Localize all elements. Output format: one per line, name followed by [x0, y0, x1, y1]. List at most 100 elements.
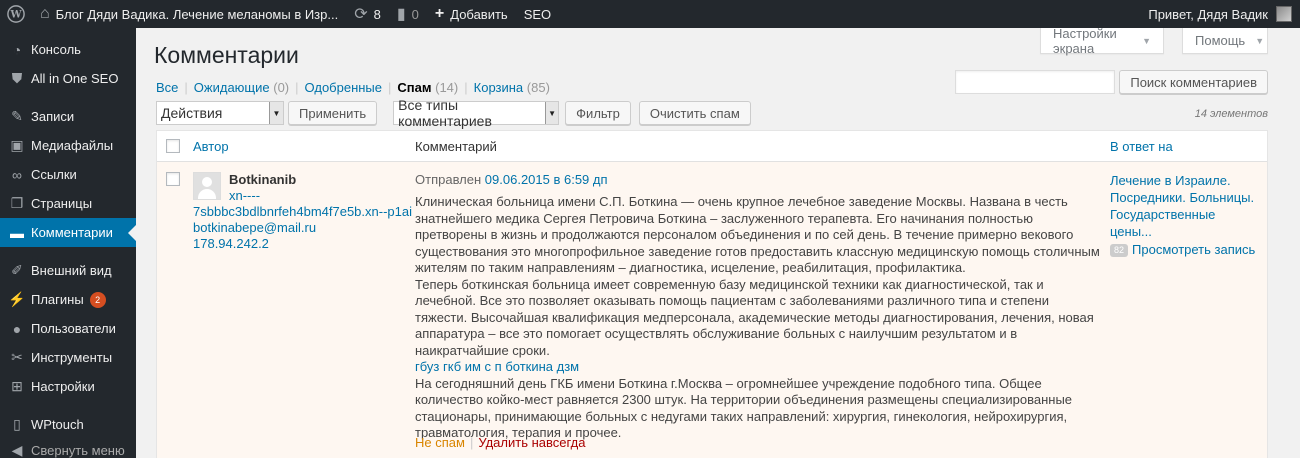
menu-console[interactable]: ◔ Консоль	[0, 35, 136, 64]
shield-icon: ⛊	[11, 70, 23, 86]
plus-icon: +	[434, 5, 445, 22]
filter-pending[interactable]: Ожидающие (0)	[194, 80, 289, 95]
search-input[interactable]	[955, 70, 1116, 94]
delete-permanently-link[interactable]: Удалить навсегда	[478, 435, 585, 450]
comment-paragraph: Теперь боткинская больница имеет совреме…	[415, 276, 1094, 358]
author-url-line-2[interactable]: 7sbbbc3bdlbnrfeh4bm4f7e5b.xn--p1ai	[193, 204, 412, 220]
screen-options-button[interactable]: Настройки экрана ▼	[1040, 25, 1164, 56]
phone-icon: ▯	[13, 416, 21, 432]
menu-label: Консоль	[31, 42, 81, 57]
menu-label: Ссылки	[31, 167, 77, 182]
greeting: Привет, Дядя Вадик	[1148, 6, 1268, 22]
plugins-update-badge: 2	[89, 291, 106, 308]
filter-button[interactable]: Фильтр	[565, 101, 631, 125]
column-author[interactable]: Автор	[193, 139, 229, 154]
empty-spam-button[interactable]: Очистить спам	[638, 101, 751, 125]
comment-inline-link[interactable]: гбуз гкб им с п боткина дзм	[415, 359, 1100, 376]
comments-count: 0	[411, 6, 419, 22]
submitted-prefix: Отправлен	[415, 172, 482, 187]
site-name-link[interactable]: ⌂ Блог Дяди Вадика. Лечение меланомы в И…	[32, 0, 346, 28]
author-url-line-1[interactable]: xn----	[193, 188, 412, 204]
menu-label: Записи	[31, 109, 75, 124]
updates-link[interactable]: ⟳ 8	[346, 0, 389, 28]
wrench-icon: ✂	[11, 349, 23, 365]
submitted-date-link[interactable]: 09.06.2015 в 6:59 дп	[485, 172, 608, 187]
brush-icon: ✐	[11, 262, 23, 278]
help-label: Помощь	[1195, 33, 1246, 48]
menu-label: Комментарии	[31, 225, 113, 240]
comment-type-value: Все типы комментариев	[398, 97, 492, 129]
dropdown-arrow-icon: ▼	[545, 102, 559, 124]
caret-down-icon: ▼	[1255, 35, 1265, 46]
menu-posts[interactable]: ✎ Записи	[0, 102, 136, 131]
author-email[interactable]: botkinabepe@mail.ru	[193, 220, 412, 236]
post-comment-count-bubble[interactable]: 82	[1110, 244, 1129, 257]
screen-options-label: Настройки экрана	[1053, 25, 1117, 56]
author-name: Botkinanib	[229, 172, 297, 187]
author-details: xn---- 7sbbbc3bdlbnrfeh4bm4f7e5b.xn--p1a…	[193, 188, 412, 252]
seo-link[interactable]: SEO	[516, 0, 559, 28]
wordpress-logo-icon[interactable]: W	[0, 0, 32, 28]
menu-label: All in One SEO	[31, 71, 119, 86]
user-icon: ●	[12, 320, 22, 337]
comment-paragraph: На сегодняшний день ГКБ имени Боткина г.…	[415, 375, 1073, 441]
comment-bubble-icon: ▮	[396, 6, 406, 23]
filter-spam-label: Спам	[397, 80, 432, 95]
page-icon: ❐	[10, 195, 24, 211]
help-button[interactable]: Помощь ▼	[1182, 28, 1268, 54]
admin-bar: W ⌂ Блог Дяди Вадика. Лечение меланомы в…	[0, 0, 1300, 28]
menu-label: Настройки	[31, 379, 95, 394]
table-header: Автор Комментарий В ответ на	[157, 131, 1267, 162]
updates-count: 8	[373, 6, 381, 22]
menu-links[interactable]: ∞ Ссылки	[0, 160, 136, 189]
row-checkbox[interactable]	[166, 172, 180, 186]
menu-appearance[interactable]: ✐ Внешний вид	[0, 256, 136, 285]
collapse-menu-button[interactable]: ◀ Свернуть меню	[0, 439, 136, 458]
comment-status-filters: Все | Ожидающие (0) | Одобренные | Спам …	[156, 80, 550, 95]
pin-icon: ✎	[11, 108, 23, 124]
main-content: Настройки экрана ▼ Помощь ▼ Комментарии Вс…	[136, 25, 1300, 458]
menu-comments[interactable]: ▬ Комментарии	[0, 218, 136, 247]
apply-button[interactable]: Применить	[288, 101, 378, 125]
menu-settings[interactable]: ⊞ Настройки	[0, 372, 136, 401]
column-response[interactable]: В ответ на	[1110, 139, 1173, 154]
menu-all-in-one-seo[interactable]: ⛊ All in One SEO	[0, 64, 136, 93]
filter-trash[interactable]: Корзина (85)	[474, 80, 550, 95]
column-comment: Комментарий	[415, 139, 497, 154]
menu-tools[interactable]: ✂ Инструменты	[0, 343, 136, 372]
menu-pages[interactable]: ❐ Страницы	[0, 189, 136, 218]
view-post-link[interactable]: Просмотреть запись	[1132, 242, 1255, 257]
dropdown-arrow-icon: ▼	[269, 102, 283, 124]
search-comments-button[interactable]: Поиск комментариев	[1119, 70, 1268, 94]
comment-type-select[interactable]: Все типы комментариев ▼	[393, 97, 560, 129]
tablenav-top: Действия ▼ Применить Все типы комментарие…	[156, 97, 751, 129]
collapse-icon: ◀	[11, 441, 23, 458]
my-account-link[interactable]: Привет, Дядя Вадик	[1140, 0, 1300, 28]
menu-media[interactable]: ▣ Медиафайлы	[0, 131, 136, 160]
menu-label: Свернуть меню	[31, 442, 125, 458]
menu-label: Страницы	[31, 196, 93, 211]
settings-icon: ⊞	[11, 378, 23, 394]
menu-label: Инструменты	[31, 350, 113, 365]
menu-wptouch[interactable]: ▯ WPtouch	[0, 410, 136, 439]
bulk-action-select[interactable]: Действия ▼	[156, 101, 284, 125]
menu-plugins[interactable]: ⚡ Плагины 2	[0, 285, 136, 314]
bulk-action-value: Действия	[161, 105, 223, 121]
filter-approved[interactable]: Одобренные	[305, 80, 382, 95]
filter-all[interactable]: Все	[156, 80, 178, 95]
comment-text: Клиническая больница имени С.П. Боткина …	[415, 194, 1100, 442]
comments-link[interactable]: ▮ 0	[389, 0, 427, 28]
response-post-title[interactable]: Лечение в Израиле. Посредники. Больницы.…	[1110, 172, 1260, 240]
menu-users[interactable]: ● Пользователи	[0, 314, 136, 343]
not-spam-link[interactable]: Не спам	[415, 435, 465, 450]
select-all-checkbox[interactable]	[166, 139, 180, 153]
media-icon: ▣	[10, 137, 24, 153]
filter-spam[interactable]: Спам (14)	[397, 80, 458, 95]
new-content-link[interactable]: + Добавить	[427, 0, 516, 28]
filter-trash-label: Корзина	[473, 80, 524, 95]
caret-down-icon: ▼	[1142, 35, 1151, 46]
admin-menu: ◔ Консоль ⛊ All in One SEO ✎ Записи ▣ Медиаф…	[0, 28, 136, 458]
table-row: Botkinanib xn---- 7sbbbc3bdlbnrfeh4bm4f7…	[157, 162, 1267, 458]
add-label: Добавить	[450, 6, 508, 22]
author-ip[interactable]: 178.94.242.2	[193, 236, 412, 252]
